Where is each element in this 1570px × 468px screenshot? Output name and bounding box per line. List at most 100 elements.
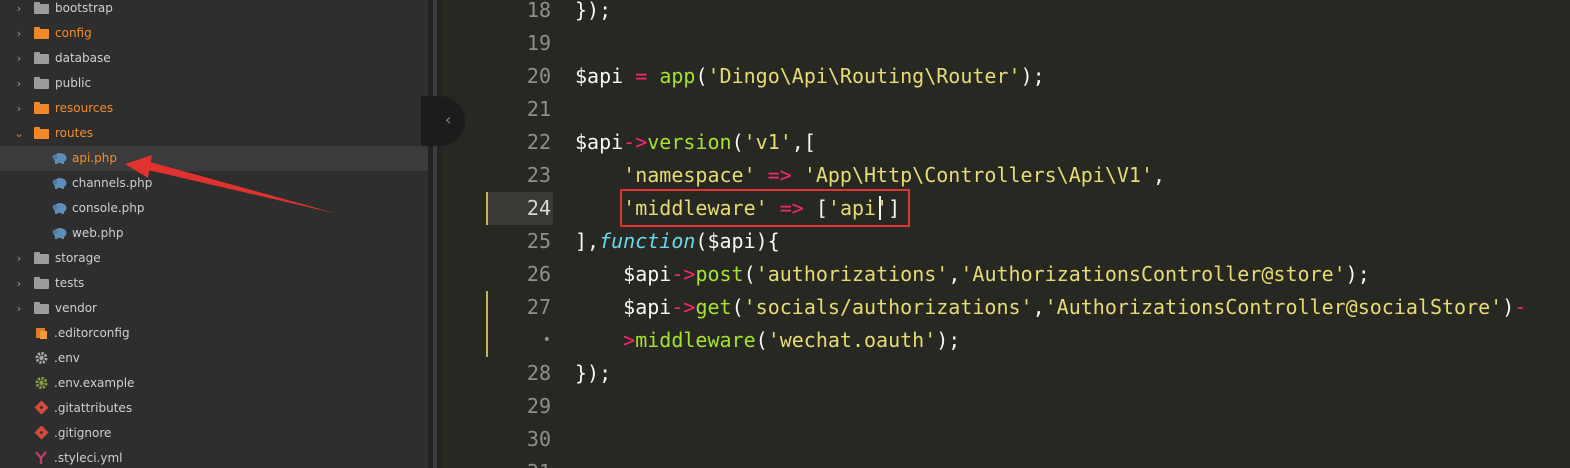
chevron-right-icon[interactable]: › [13, 21, 25, 46]
tree-item-label: public [55, 76, 92, 90]
code-token: function [599, 229, 696, 253]
git-icon [34, 401, 49, 415]
line-number: 19 [526, 31, 551, 55]
tree-folder-bootstrap[interactable]: › bootstrap [0, 0, 428, 21]
tree-item-label: database [55, 51, 111, 65]
tree-folder-tests[interactable]: › tests [0, 271, 428, 296]
code-line[interactable]: 19 [441, 27, 1570, 60]
chevron-right-icon[interactable]: › [13, 46, 25, 71]
chevron-right-icon[interactable]: › [13, 296, 25, 321]
code-line[interactable]: 22 $api->version('v1',[ [441, 126, 1570, 159]
code-line[interactable]: 23 'namespace' => 'App\Http\Controllers\… [441, 159, 1570, 192]
text-cursor [879, 196, 881, 220]
code-line[interactable]: 29 [441, 390, 1570, 423]
code-token: $api [623, 295, 672, 319]
tree-file-console-php[interactable]: console.php [0, 196, 428, 221]
chevron-right-icon[interactable]: › [13, 246, 25, 271]
tree-folder-storage[interactable]: › storage [0, 246, 428, 271]
code-token: ], [575, 229, 600, 253]
tree-item-label: resources [55, 101, 114, 115]
tree-folder-public[interactable]: › public [0, 71, 428, 96]
code-token: $api [575, 130, 624, 154]
code-line[interactable]: 31 [441, 456, 1570, 468]
code-token: - [1514, 295, 1527, 319]
tree-folder-resources[interactable]: › resources [0, 96, 428, 121]
tree-file-channels-php[interactable]: channels.php [0, 171, 428, 196]
code-token: -> [623, 130, 648, 154]
tree-folder-database[interactable]: › database [0, 46, 428, 71]
tree-file-api-php[interactable]: api.php [0, 146, 428, 171]
tree-item-label: .gitattributes [54, 401, 133, 415]
line-number: 31 [471, 456, 551, 468]
code-text: $api->post('authorizations','Authorizati… [575, 258, 1370, 291]
tree-item-label: config [55, 26, 92, 40]
code-token: 'v1' [743, 130, 792, 154]
code-token: }); [575, 361, 612, 385]
editorconfig-icon [36, 328, 47, 339]
code-token: 'socials/authorizations' [743, 295, 1033, 319]
code-text: ],function($api){ [575, 225, 780, 258]
code-token: 'AuthorizationsController@socialStore' [1044, 295, 1503, 319]
tree-folder-routes[interactable]: ⌄ routes [0, 121, 428, 146]
code-line[interactable]: 18}); [441, 0, 1570, 27]
tree-file-web-php[interactable]: web.php [0, 221, 428, 246]
tree-item-label: .env [54, 351, 80, 365]
code-token: ){ [755, 229, 780, 253]
code-line[interactable]: 20 $api = app('Dingo\Api\Routing\Router')… [441, 60, 1570, 93]
tree-file-env-example[interactable]: .env.example [0, 371, 428, 396]
tree-item-label: .styleci.yml [54, 451, 123, 465]
file-tree-sidebar: › bootstrap › config › database › public › resour… [0, 0, 428, 468]
folder-icon [34, 277, 49, 289]
tree-item-label: channels.php [72, 176, 153, 190]
code-token: 'authorizations' [755, 262, 949, 286]
code-token: app [659, 64, 696, 88]
code-text: 'namespace' => 'App\Http\Controllers\Api… [575, 159, 1165, 192]
tree-item-label: tests [55, 276, 85, 290]
code-line[interactable]: 24 'middleware' => ['api'] [441, 192, 1570, 225]
chevron-right-icon[interactable]: › [13, 271, 25, 296]
code-line[interactable]: 27 $api->get('socials/authorizations','A… [441, 291, 1570, 324]
tree-item-label: .editorconfig [54, 326, 130, 340]
git-icon [34, 426, 49, 440]
code-token: ) [1502, 295, 1515, 319]
code-token: get [695, 295, 732, 319]
code-line[interactable]: 26 $api->post('authorizations','Authoriz… [441, 258, 1570, 291]
chevron-right-icon[interactable]: › [13, 0, 25, 21]
code-line[interactable]: 25 ],function($api){ [441, 225, 1570, 258]
line-number: 24 [526, 196, 551, 220]
tree-file-styleci-yml[interactable]: .styleci.yml [0, 446, 428, 468]
code-line[interactable]: 28}); [441, 357, 1570, 390]
chevron-right-icon[interactable]: › [13, 96, 25, 121]
line-number: 22 [526, 130, 551, 154]
code-text: }); [575, 0, 611, 27]
tree-folder-config[interactable]: › config [0, 21, 428, 46]
line-number: 28 [526, 361, 551, 385]
chevron-down-icon[interactable]: ⌄ [13, 121, 25, 146]
php-elephant-icon [52, 153, 67, 164]
code-line[interactable]: 21 [441, 93, 1570, 126]
line-number: 26 [526, 262, 551, 286]
line-number: 18 [526, 0, 551, 22]
php-elephant-icon [52, 228, 67, 239]
code-token: , [1153, 163, 1166, 187]
tree-file-gitignore[interactable]: .gitignore [0, 421, 428, 446]
code-line[interactable]: 30 [441, 423, 1570, 456]
code-token: ( [743, 262, 756, 286]
folder-icon [34, 252, 49, 264]
code-token: post [695, 262, 744, 286]
tree-file-gitattributes[interactable]: .gitattributes [0, 396, 428, 421]
tree-folder-vendor[interactable]: › vendor [0, 296, 428, 321]
line-number: 25 [526, 229, 551, 253]
sidebar-splitter[interactable] [428, 0, 441, 468]
tree-item-label: storage [55, 251, 101, 265]
code-editor[interactable]: 18}); 19 20 $api = app('Dingo\Api\Routing\R… [441, 0, 1570, 468]
tree-file-env[interactable]: .env [0, 346, 428, 371]
tree-file-editorconfig[interactable]: .editorconfig [0, 321, 428, 346]
folder-icon [34, 77, 49, 89]
chevron-right-icon[interactable]: › [13, 71, 25, 96]
code-line[interactable]: • >middleware('wechat.oauth'); [441, 324, 1570, 357]
folder-icon [34, 52, 49, 64]
